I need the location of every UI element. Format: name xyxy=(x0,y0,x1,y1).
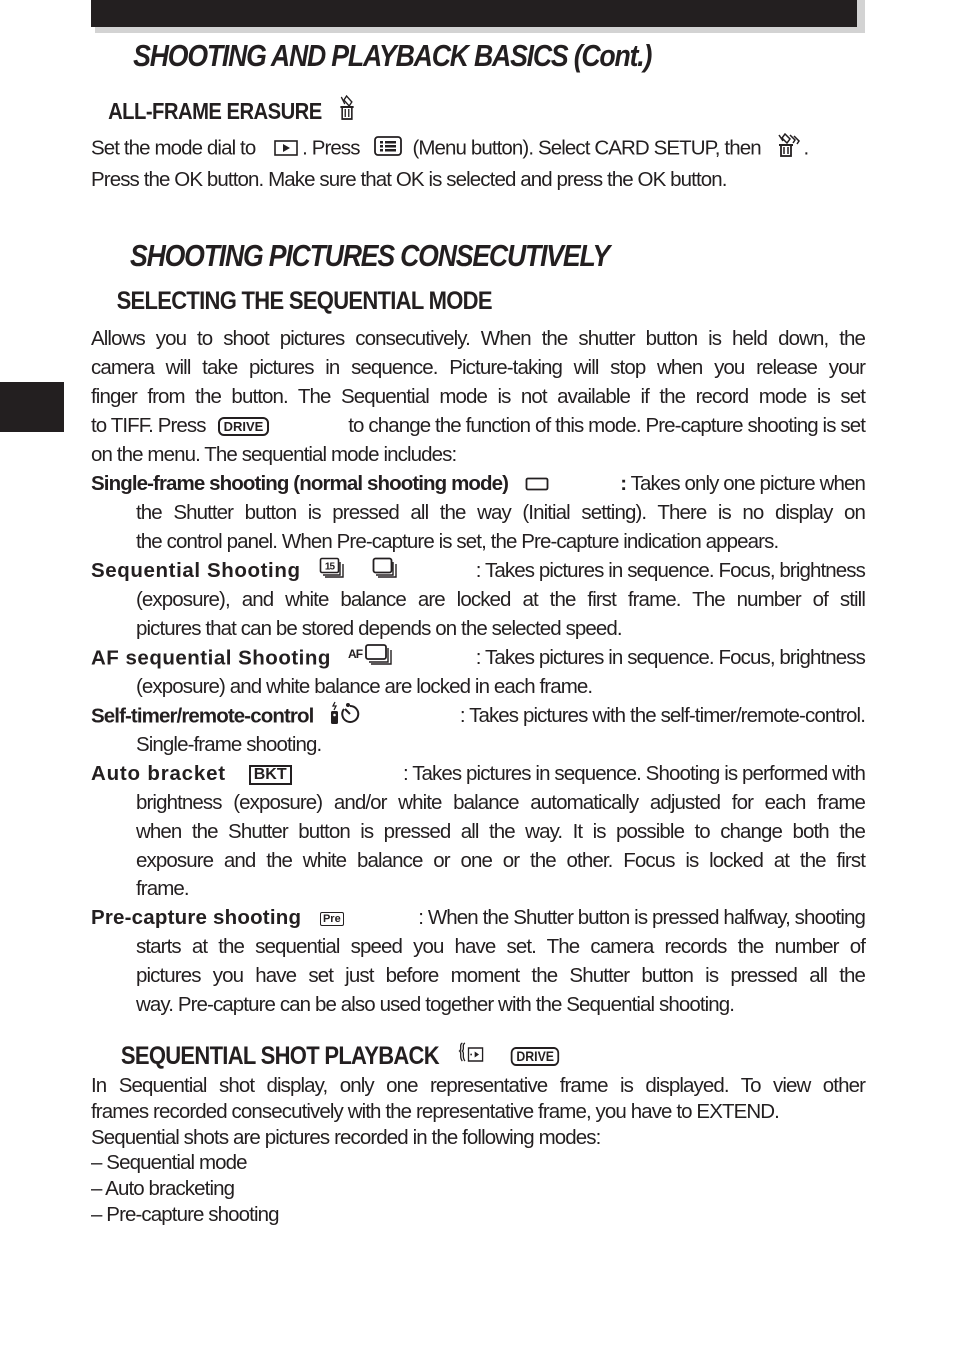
mode-sequential: Sequential Shooting 15 : Takes pictures … xyxy=(91,556,866,587)
mode-pre-capture-line-3: pictures you have set just before moment… xyxy=(136,964,866,987)
playback-list-item: – Auto bracketing xyxy=(91,1177,235,1200)
playback-line-3: Sequential shots are pictures recorded i… xyxy=(91,1126,601,1149)
colon: : xyxy=(620,472,627,495)
text: . Press xyxy=(302,136,360,160)
playback-line-1: In Sequential shot display, only one rep… xyxy=(91,1074,866,1097)
mode-description: : Takes pictures in sequence. Shooting i… xyxy=(402,762,866,785)
mode-self-timer-line-2: Single-frame shooting. xyxy=(136,733,322,756)
intro-line-4: to TIFF. Press DRIVE to change the functi… xyxy=(91,411,866,440)
all-frame-erasure-title: ALL-FRAME ERASURE xyxy=(108,97,322,124)
text: to TIFF. Press DRIVE xyxy=(91,411,270,440)
mode-sequential-line-3: pictures that can be stored depends on t… xyxy=(136,617,623,640)
all-frame-erasure-line-1: Set the mode dial to . Press (Menu butto… xyxy=(91,132,865,165)
text: : Takes only one picture when xyxy=(620,469,866,499)
mode-term: Single-frame shooting (normal shooting m… xyxy=(91,472,509,495)
all-frame-erasure-heading: ALL-FRAME ERASURE xyxy=(108,94,359,127)
mode-auto-bracket-line-4: exposure and the white balance or one or… xyxy=(136,849,866,872)
text: Self-timer/remote-control xyxy=(91,701,368,733)
playback-line-2: frames recorded consecutively with the r… xyxy=(91,1100,780,1123)
pre-capture-icon: Pre xyxy=(319,911,344,926)
trash-all-icon xyxy=(338,94,356,127)
mode-af-sequential: AF sequential Shooting AF : Takes pictur… xyxy=(91,643,866,675)
page-title: SHOOTING AND PLAYBACK BASICS (Cont.) xyxy=(133,38,652,73)
svg-text:15: 15 xyxy=(325,561,336,572)
text: Sequential Shooting 15 xyxy=(91,556,406,587)
text: Pre-capture shooting Pre xyxy=(91,903,344,932)
subheading-sequential-mode: SELECTING THE SEQUENTIAL MODE xyxy=(116,287,493,315)
single-frame-icon xyxy=(525,470,549,499)
drive-button-icon: DRIVE xyxy=(511,1047,560,1066)
sequential-icon xyxy=(372,557,402,587)
playback-heading: SEQUENTIAL SHOT PLAYBACK DRIVE xyxy=(120,1041,560,1072)
text: AF sequential Shooting AF xyxy=(91,643,408,675)
section-title-consecutive: SHOOTING PICTURES CONSECUTIVELY xyxy=(129,238,610,273)
mode-single-frame-line-2: the Shutter button is pressed all the wa… xyxy=(136,501,866,524)
mode-pre-capture-line-2: starts at the sequential speed you have … xyxy=(136,935,866,958)
menu-button-icon xyxy=(374,135,403,164)
header-bar xyxy=(91,0,857,27)
mode-self-timer: Self-timer/remote-control : Takes pictur… xyxy=(91,701,866,733)
self-timer-remote-icon xyxy=(330,701,364,733)
mode-term: Sequential Shooting xyxy=(91,559,301,582)
text: Single-frame shooting (normal shooting m… xyxy=(91,469,553,499)
mode-auto-bracket-line-3: when the Shutter button is pressed all t… xyxy=(136,820,866,843)
af-sequential-icon: AF xyxy=(348,643,404,675)
text: Auto bracket BKT xyxy=(91,759,292,788)
mode-single-frame: Single-frame shooting (normal shooting m… xyxy=(91,469,866,499)
intro-line-2: camera will take pictures in sequence. P… xyxy=(91,356,866,379)
mode-auto-bracket-line-2: brightness (exposure) and/or white balan… xyxy=(136,791,866,814)
text: . xyxy=(803,136,810,160)
mode-description: : Takes pictures in sequence. Focus, bri… xyxy=(475,646,866,669)
intro-line-3: finger from the button. The Sequential m… xyxy=(91,385,866,408)
intro-line-1: Allows you to shoot pictures consecutive… xyxy=(91,327,866,350)
erase-all-icon xyxy=(776,132,802,165)
sequential-playback-icon xyxy=(458,1041,484,1072)
mode-sequential-line-2: (exposure), and white balance are locked… xyxy=(136,588,866,611)
mode-description: : Takes pictures with the self-timer/rem… xyxy=(459,704,866,727)
mode-term: AF sequential Shooting xyxy=(91,646,331,670)
text: to TIFF. Press xyxy=(91,414,207,437)
mode-af-sequential-line-2: (exposure) and white balance are locked … xyxy=(136,675,593,698)
svg-text:AF: AF xyxy=(348,647,363,661)
mode-auto-bracket-line-5: frame. xyxy=(136,877,190,900)
chapter-tab xyxy=(0,382,64,432)
mode-single-frame-line-3: the control panel. When Pre-capture is s… xyxy=(136,530,779,553)
playback-list-item: – Pre-capture shooting xyxy=(91,1203,280,1226)
mode-pre-capture-line-4: way. Pre-capture can be also used togeth… xyxy=(136,993,735,1016)
mode-term: Auto bracket xyxy=(91,762,226,785)
text: Set the mode dial to xyxy=(91,136,256,160)
mode-term: Self-timer/remote-control xyxy=(91,704,314,728)
text: (Menu button). Select CARD SETUP, then xyxy=(412,136,761,160)
playback-list-item: – Sequential mode xyxy=(91,1151,248,1174)
mode-pre-capture: Pre-capture shooting Pre : When the Shut… xyxy=(91,903,866,932)
playback-heading-text: SEQUENTIAL SHOT PLAYBACK xyxy=(120,1042,440,1070)
sequential-15-icon: 15 xyxy=(319,557,349,587)
playback-icon xyxy=(274,135,298,164)
mode-description: : Takes only one picture when xyxy=(620,472,866,495)
bkt-icon: BKT xyxy=(248,764,292,785)
mode-description: : When the Shutter button is pressed hal… xyxy=(418,906,866,929)
intro-line-5: on the menu. The sequential mode include… xyxy=(91,443,457,466)
mode-description: : Takes pictures in sequence. Focus, bri… xyxy=(475,559,866,582)
mode-auto-bracket: Auto bracket BKT : Takes pictures in seq… xyxy=(91,759,866,788)
text: to change the function of this mode. Pre… xyxy=(348,414,866,437)
mode-term: Pre-capture shooting xyxy=(91,906,302,929)
all-frame-erasure-line-2: Press the OK button. Make sure that OK i… xyxy=(91,168,727,191)
drive-button-icon: DRIVE xyxy=(217,417,270,437)
